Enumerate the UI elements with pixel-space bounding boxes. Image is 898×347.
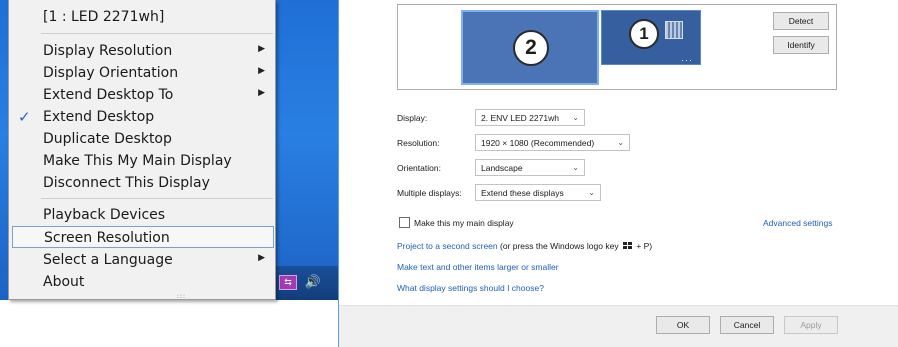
settings-help-link[interactable]: What display settings should I choose? — [397, 283, 544, 293]
menu-item-display-orientation[interactable]: Display Orientation ▶ — [9, 62, 275, 84]
orientation-dropdown[interactable]: Landscape ⌄ — [475, 159, 585, 176]
detect-button[interactable]: Detect — [773, 12, 829, 30]
windows-logo-icon — [622, 242, 632, 250]
menu-item-duplicate-desktop[interactable]: Duplicate Desktop — [9, 128, 275, 150]
larger-text-line: Make text and other items larger or smal… — [397, 262, 559, 272]
monitor-number-badge: 1 — [629, 19, 659, 49]
display-value: 2. ENV LED 2271wh — [481, 112, 559, 123]
apply-button[interactable]: Apply — [784, 316, 838, 334]
project-link[interactable]: Project to a second screen — [397, 241, 498, 251]
menu-item-label: Display Resolution — [43, 43, 173, 59]
multiple-displays-value: Extend these displays — [481, 187, 564, 198]
menu-item-display-resolution[interactable]: Display Resolution ▶ — [9, 40, 275, 62]
monitor-number-badge: 2 — [513, 30, 549, 66]
orientation-value: Landscape — [481, 162, 523, 173]
menu-item-label: Extend Desktop — [43, 109, 155, 125]
multiple-displays-dropdown[interactable]: Extend these displays ⌄ — [475, 184, 601, 201]
project-line: Project to a second screen (or press the… — [397, 241, 652, 251]
chevron-down-icon: ⌄ — [588, 188, 595, 197]
menu-item-make-main-display[interactable]: Make This My Main Display — [9, 150, 275, 172]
resolution-value: 1920 × 1080 (Recommended) — [481, 137, 595, 148]
speaker-icon[interactable]: 🔊 — [304, 273, 322, 291]
menu-item-extend-desktop[interactable]: ✓ Extend Desktop — [9, 106, 275, 128]
chevron-down-icon: ⌄ — [617, 138, 624, 147]
usb-display-icon[interactable]: ⇆ — [279, 275, 297, 290]
menu-grip-icon: ::: — [177, 293, 187, 300]
monitor-2-tile[interactable]: 2 — [461, 10, 599, 85]
orientation-label: Orientation: — [397, 163, 441, 173]
resolution-dropdown[interactable]: 1920 × 1080 (Recommended) ⌄ — [475, 134, 630, 151]
main-display-label: Make this my main display — [414, 218, 514, 228]
menu-item-label: Playback Devices — [43, 207, 166, 223]
submenu-arrow-icon: ▶ — [258, 44, 265, 54]
check-icon: ✓ — [18, 108, 31, 126]
larger-text-link[interactable]: Make text and other items larger or smal… — [397, 262, 559, 272]
menu-separator — [41, 198, 273, 199]
advanced-settings-link[interactable]: Advanced settings — [763, 218, 832, 228]
display-dropdown[interactable]: 2. ENV LED 2271wh ⌄ — [475, 109, 585, 126]
context-menu: [1 : LED 2271wh] Display Resolution ▶ Di… — [8, 0, 276, 300]
submenu-arrow-icon: ▶ — [258, 253, 265, 263]
menu-item-playback-devices[interactable]: Playback Devices — [9, 204, 275, 226]
ok-button[interactable]: OK — [656, 316, 710, 334]
main-display-checkbox[interactable] — [399, 217, 410, 228]
menu-separator — [41, 33, 273, 34]
menu-item-label: Extend Desktop To — [43, 87, 174, 103]
menu-item-label: Select a Language — [43, 252, 173, 268]
identify-button[interactable]: Identify — [773, 36, 829, 54]
monitor-1-tile[interactable]: 1 ··· — [601, 10, 701, 65]
project-hint-keys: + P) — [633, 241, 653, 251]
chevron-down-icon: ⌄ — [572, 113, 579, 122]
menu-item-display-name: [1 : LED 2271wh] — [9, 6, 275, 28]
submenu-arrow-icon: ▶ — [258, 88, 265, 98]
menu-item-select-language[interactable]: Select a Language ▶ — [9, 249, 275, 271]
menu-item-label: Disconnect This Display — [43, 175, 210, 191]
dots-icon: ··· — [681, 55, 693, 65]
monitor-preview: 2 1 ··· — [397, 4, 837, 90]
project-hint-text: (or press the Windows logo key — [497, 241, 621, 251]
resolution-label: Resolution: — [397, 138, 440, 148]
menu-item-label: Display Orientation — [43, 65, 179, 81]
multiple-displays-label: Multiple displays: — [397, 188, 462, 198]
menu-item-label: Screen Resolution — [44, 230, 170, 246]
menu-item-label: About — [43, 274, 85, 290]
menu-item-disconnect-display[interactable]: Disconnect This Display — [9, 172, 275, 194]
cancel-button[interactable]: Cancel — [720, 316, 774, 334]
keypad-icon — [665, 21, 683, 39]
chevron-down-icon: ⌄ — [572, 163, 579, 172]
menu-item-screen-resolution[interactable]: Screen Resolution — [12, 226, 274, 248]
screen-resolution-dialog: 2 1 ··· Detect Identify Display: 2. ENV … — [339, 0, 898, 347]
submenu-arrow-icon: ▶ — [258, 66, 265, 76]
display-label: Display: — [397, 113, 428, 123]
menu-item-label: Duplicate Desktop — [43, 131, 172, 147]
menu-item-about[interactable]: About — [9, 271, 275, 293]
settings-help-line: What display settings should I choose? — [397, 283, 544, 293]
menu-item-label: Make This My Main Display — [43, 153, 232, 169]
menu-item-label: [1 : LED 2271wh] — [43, 9, 165, 25]
menu-item-extend-desktop-to[interactable]: Extend Desktop To ▶ — [9, 84, 275, 106]
taskbar-area: ⇆ 🔊 [1 : LED 2271wh] Display Resolution … — [0, 0, 338, 347]
